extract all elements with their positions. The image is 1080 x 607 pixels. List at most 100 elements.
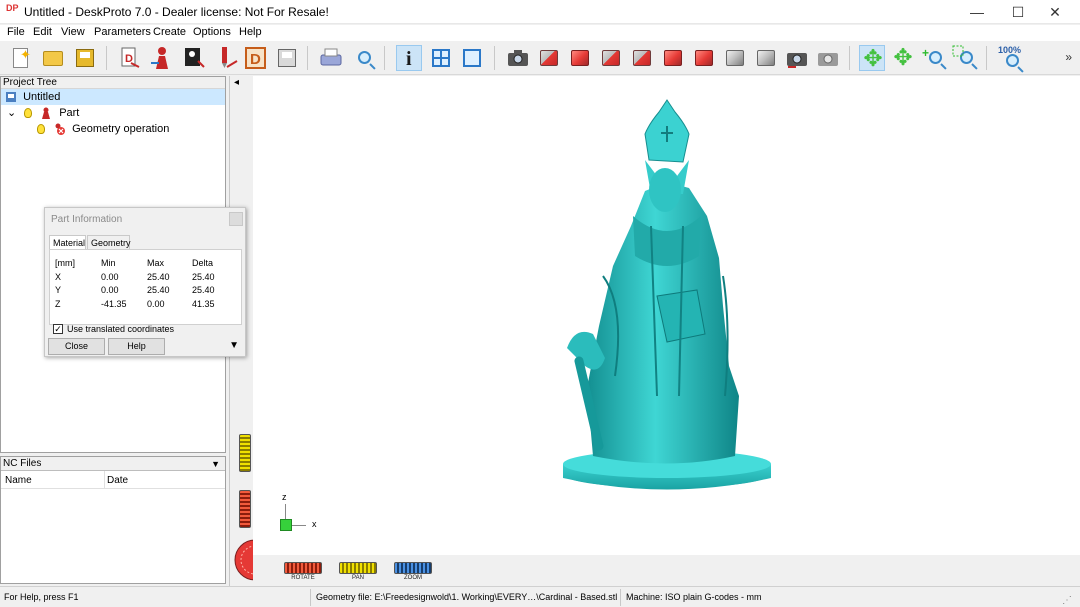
window-title: Untitled - DeskProto 7.0 - Dealer licens… [24,5,329,19]
rotate-view-button[interactable] [784,45,810,71]
design-button[interactable]: D [243,45,269,71]
row-z-axis: Z [55,299,61,309]
lightbulb-icon[interactable] [37,124,45,135]
3d-viewport[interactable]: z x [253,76,1080,555]
close-button[interactable]: Close [48,338,105,355]
view-bottom-button[interactable] [691,45,717,71]
row-x-delta: 25.40 [192,272,215,282]
bitmap-button[interactable] [181,45,207,71]
part-information-dialog: Part Information Material Geometry [mm] … [44,207,246,357]
toolbar-overflow-chevron[interactable]: » [1065,50,1072,64]
part-position-button[interactable] [149,45,175,71]
axis-x-line [292,525,306,526]
pan-wheel[interactable] [339,562,377,574]
dropdown-arrow-icon[interactable]: ▼ [211,457,220,471]
zoom-window-button[interactable] [952,45,978,71]
cube-top-icon [664,50,682,66]
column-date[interactable]: Date [107,475,128,486]
row-y-delta: 25.40 [192,285,215,295]
camera-view-button[interactable] [505,45,531,71]
new-project-button[interactable]: ✦ [8,45,34,71]
view-iso-button[interactable] [722,45,748,71]
column-divider[interactable] [104,471,105,489]
col-header-unit: [mm] [55,258,75,268]
pan-vertical-wheel[interactable] [239,434,251,472]
view-front-button[interactable] [536,45,562,71]
camera-grey-icon [818,53,838,66]
menu-edit[interactable]: Edit [33,26,52,38]
status-machine: Machine: ISO plain G-codes - mm [626,592,762,602]
status-bar: For Help, press F1 Geometry file: E:\Fre… [0,586,1080,607]
rotate-mode-button[interactable]: ✥ [859,45,885,71]
menu-help[interactable]: Help [239,26,262,38]
menu-bar: File Edit View Parameters Create Options… [0,25,1080,41]
print-button[interactable] [318,45,344,71]
resize-grip-icon[interactable]: ⋰ [1062,591,1072,607]
four-views-icon [432,49,450,67]
status-separator [310,589,311,606]
cube-back-icon [571,50,589,66]
single-view-button[interactable] [459,45,485,71]
axis-z-line [285,504,286,520]
nc-files-columns: Name Date [1,471,225,489]
view-right-button[interactable] [629,45,655,71]
part-information-button[interactable]: i [396,45,422,71]
maximize-button[interactable]: ☐ [1001,0,1035,24]
tool-button[interactable] [213,45,239,71]
toolbar-separator [986,46,987,70]
tree-item-part[interactable]: ⌄ Part [1,105,79,121]
dialog-close-button[interactable] [229,212,243,226]
tab-material[interactable]: Material [49,235,86,250]
menu-file[interactable]: File [7,26,25,38]
folder-icon [43,51,63,66]
design-d-icon: D [245,47,266,69]
write-nc-button[interactable] [274,45,300,71]
collapse-panel-icon[interactable]: ◂ [234,77,239,88]
rotate-dial[interactable] [233,538,255,582]
save-disk-icon [76,49,94,67]
load-geometry-button[interactable]: D [117,45,143,71]
lightbulb-icon[interactable] [24,108,33,119]
minimize-button[interactable]: — [960,0,994,24]
four-views-button[interactable] [428,45,454,71]
view-left-button[interactable] [598,45,624,71]
row-y-axis: Y [55,285,62,295]
view-back-button[interactable] [567,45,593,71]
rotate-wheel[interactable] [284,562,322,574]
tree-item-project[interactable]: Untitled [1,89,225,105]
open-project-button[interactable] [40,45,66,71]
use-translated-coordinates-checkbox[interactable]: ✓ [53,324,63,334]
row-z-max: 0.00 [147,299,165,309]
zoom-100-button[interactable]: 100% [998,45,1024,71]
tree-item-geometry-operation[interactable]: Geometry operation [1,121,169,137]
project-icon [5,91,17,103]
cube-iso-2-icon [757,50,775,66]
zoom-in-button[interactable]: + [921,45,947,71]
tree-item-project-label: Untitled [23,91,61,103]
view-iso-2-button[interactable] [753,45,779,71]
zoom-fit-icon [1006,54,1019,67]
close-window-button[interactable]: ✕ [1038,0,1072,24]
row-z-min: -41.35 [101,299,127,309]
rotate-vertical-wheel[interactable] [239,490,251,528]
menu-parameters[interactable]: Parameters [94,26,151,38]
toolbar-separator [384,46,385,70]
geometry-operation-icon [53,123,66,136]
part-icon [40,107,52,120]
tab-geometry[interactable]: Geometry [87,235,131,250]
pan-mode-button[interactable]: ✥ [890,44,916,71]
redraw-view-button[interactable] [815,45,841,71]
zoom-wheel[interactable] [394,562,432,574]
nc-files-panel: NC Files ▼ Name Date [0,456,226,584]
help-button[interactable]: Help [108,338,165,355]
menu-create[interactable]: Create [153,26,186,38]
menu-options[interactable]: Options [193,26,231,38]
menu-view[interactable]: View [61,26,85,38]
save-project-button[interactable] [72,45,98,71]
column-name[interactable]: Name [5,475,32,486]
expand-arrow-icon[interactable]: ▼ [229,340,239,351]
tree-expander-icon[interactable]: ⌄ [7,105,17,121]
axis-z-label: z [282,492,287,502]
print-preview-button[interactable] [350,45,376,71]
view-top-button[interactable] [660,45,686,71]
